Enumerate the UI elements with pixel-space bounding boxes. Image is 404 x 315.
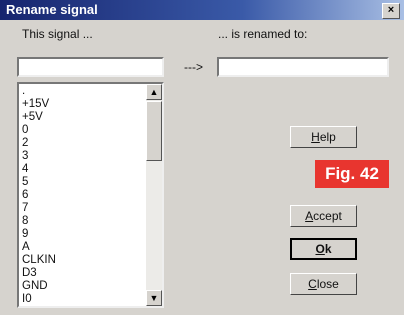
list-item[interactable]: 3: [22, 150, 28, 163]
list-item[interactable]: 5: [22, 176, 28, 189]
list-item[interactable]: +5V: [22, 111, 43, 124]
list-item[interactable]: 6: [22, 189, 28, 202]
list-item[interactable]: 4: [22, 163, 28, 176]
scroll-up-icon[interactable]: ▲: [146, 84, 162, 100]
scroll-thumb[interactable]: [146, 101, 162, 161]
list-item[interactable]: I0: [22, 293, 32, 306]
list-scrollbar[interactable]: ▲ ▼: [146, 84, 162, 306]
title-bar: Rename signal ×: [0, 0, 404, 20]
list-item[interactable]: 2: [22, 137, 28, 150]
close-button[interactable]: Close: [290, 273, 357, 295]
rename-arrow: --->: [184, 60, 203, 74]
list-item[interactable]: 0: [22, 124, 28, 137]
ok-button[interactable]: Ok: [290, 238, 357, 260]
close-icon[interactable]: ×: [382, 3, 400, 19]
list-item[interactable]: A: [22, 241, 30, 254]
window-title: Rename signal: [6, 2, 98, 17]
old-signal-input[interactable]: [17, 57, 164, 77]
list-item[interactable]: D3: [22, 267, 37, 280]
list-item[interactable]: GND: [22, 280, 48, 293]
accept-button[interactable]: Accept: [290, 205, 357, 227]
this-signal-label: This signal ...: [22, 27, 93, 41]
list-item[interactable]: +15V: [22, 98, 49, 111]
list-item[interactable]: CLKIN: [22, 254, 56, 267]
list-item[interactable]: 7: [22, 202, 28, 215]
scroll-down-icon[interactable]: ▼: [146, 290, 162, 306]
signal-list[interactable]: . +15V +5V 0 2 3 4 5 6 7 8 9 A CLKIN D3 …: [17, 82, 164, 308]
list-item[interactable]: .: [22, 85, 25, 98]
new-signal-input[interactable]: [217, 57, 389, 77]
list-item[interactable]: 8: [22, 215, 28, 228]
help-button[interactable]: Help: [290, 126, 357, 148]
figure-label: Fig. 42: [315, 160, 389, 188]
renamed-to-label: ... is renamed to:: [218, 27, 308, 41]
list-item[interactable]: 9: [22, 228, 28, 241]
